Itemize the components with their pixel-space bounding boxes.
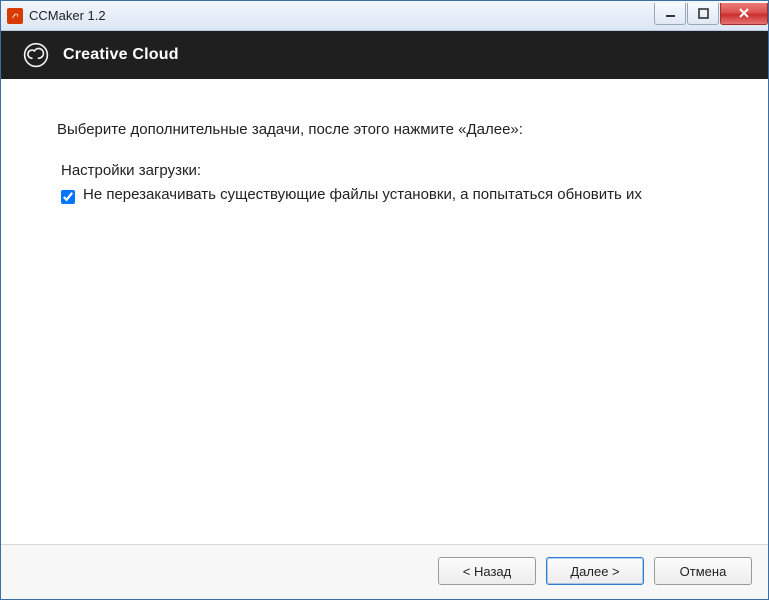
creative-cloud-icon: [23, 42, 49, 68]
section-label: Настройки загрузки:: [57, 162, 722, 179]
header-bar: Creative Cloud: [1, 31, 768, 79]
minimize-button[interactable]: [654, 3, 686, 25]
instruction-text: Выберите дополнительные задачи, после эт…: [57, 121, 722, 138]
app-window: CCMaker 1.2 Creative Cloud Выберите допо…: [0, 0, 769, 600]
content-area: Выберите дополнительные задачи, после эт…: [1, 79, 768, 544]
app-icon: [7, 8, 23, 24]
cancel-button[interactable]: Отмена: [654, 557, 752, 585]
footer-bar: < Назад Далее > Отмена: [1, 544, 768, 599]
next-button[interactable]: Далее >: [546, 557, 644, 585]
maximize-button[interactable]: [687, 3, 719, 25]
back-button[interactable]: < Назад: [438, 557, 536, 585]
titlebar: CCMaker 1.2: [1, 1, 768, 31]
reuse-files-label[interactable]: Не перезакачивать существующие файлы уст…: [83, 185, 642, 205]
close-button[interactable]: [720, 3, 768, 25]
checkbox-row-reuse-files: Не перезакачивать существующие файлы уст…: [57, 185, 722, 205]
reuse-files-checkbox[interactable]: [61, 190, 75, 204]
window-controls: [653, 3, 768, 25]
header-title: Creative Cloud: [63, 46, 179, 64]
window-title: CCMaker 1.2: [29, 8, 106, 23]
